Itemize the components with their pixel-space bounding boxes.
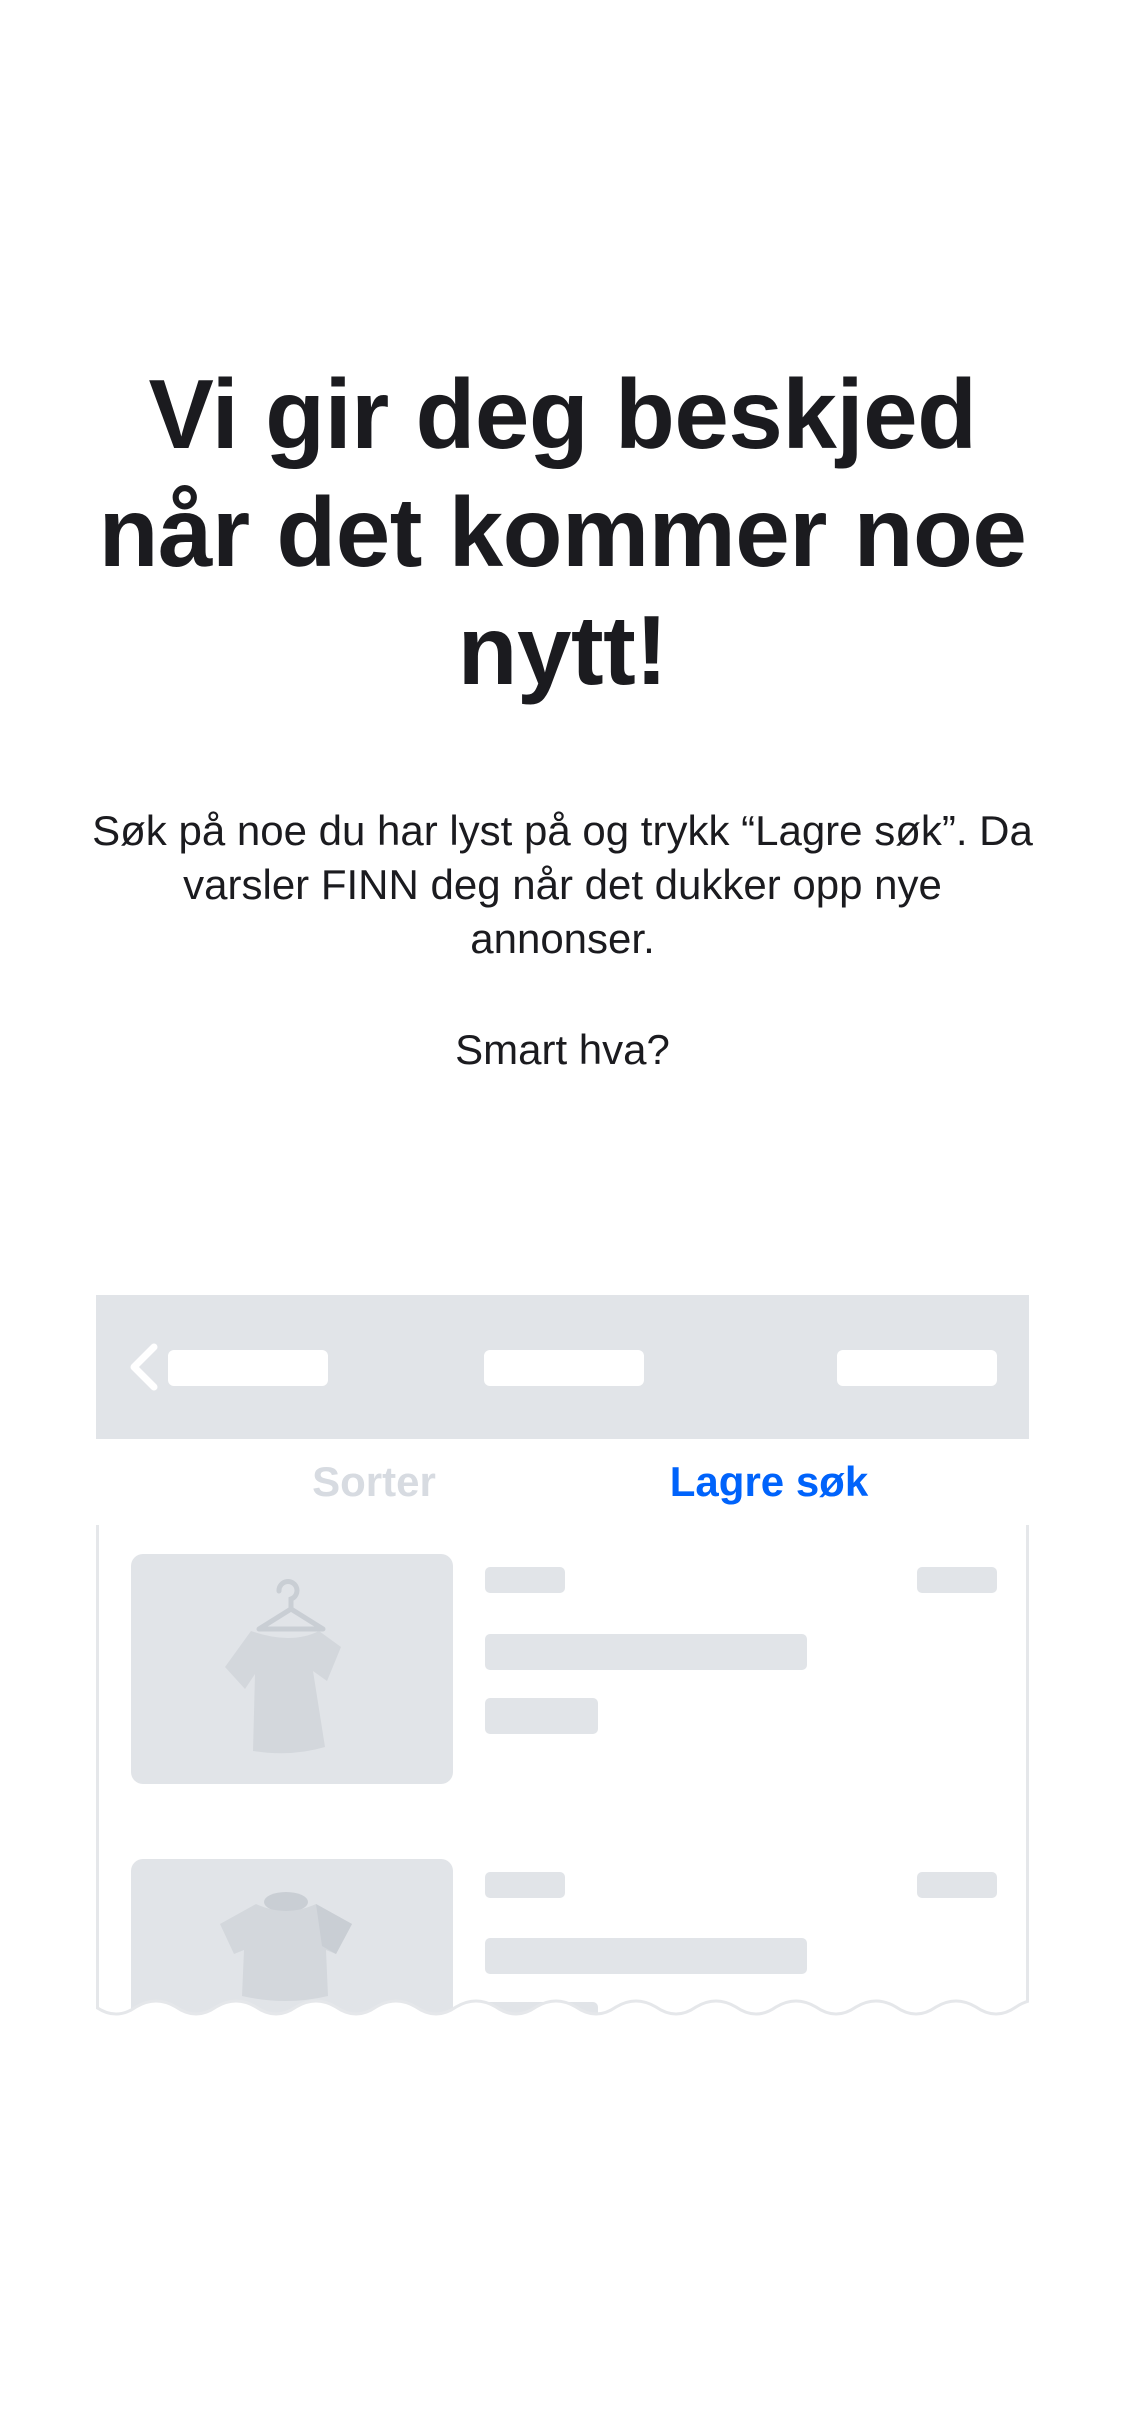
hanger-shirt-icon — [211, 1579, 361, 1769]
save-search-tab-label: Lagre søk — [669, 1458, 869, 1505]
result-price-placeholder — [917, 1872, 997, 1898]
back-chevron-icon — [126, 1343, 162, 1391]
illustration-tabs: Sorter Lagre søk — [99, 1439, 1026, 1528]
illustration-result-list — [96, 1525, 1029, 2030]
result-meta-placeholder — [485, 1872, 565, 1898]
result-subtitle-placeholder — [485, 1698, 598, 1734]
result-title-placeholder — [485, 1634, 807, 1670]
navbar-placeholder-left — [168, 1350, 328, 1386]
onboarding-description: Søk på noe du har lyst på og trykk “Lagr… — [92, 807, 1033, 962]
sort-tab-label: Sorter — [312, 1458, 436, 1505]
illustration-frame: Sorter Lagre søk — [96, 1295, 1029, 2030]
result-meta-placeholder — [485, 1567, 565, 1593]
navbar-placeholder-right — [837, 1350, 997, 1386]
onboarding-headline: Vi gir deg beskjed når det kommer noe ny… — [98, 359, 1027, 705]
save-search-illustration: Sorter Lagre søk — [96, 1295, 1029, 2030]
navbar-placeholder-center — [484, 1350, 644, 1386]
result-price-placeholder — [917, 1567, 997, 1593]
tshirt-icon — [216, 1884, 356, 2004]
torn-edge-decoration — [96, 1999, 1029, 2030]
result-title-placeholder — [485, 1938, 807, 1974]
illustration-navbar — [96, 1295, 1029, 1439]
result-thumbnail — [131, 1554, 453, 1784]
onboarding-tagline: Smart hva? — [455, 1026, 670, 1073]
